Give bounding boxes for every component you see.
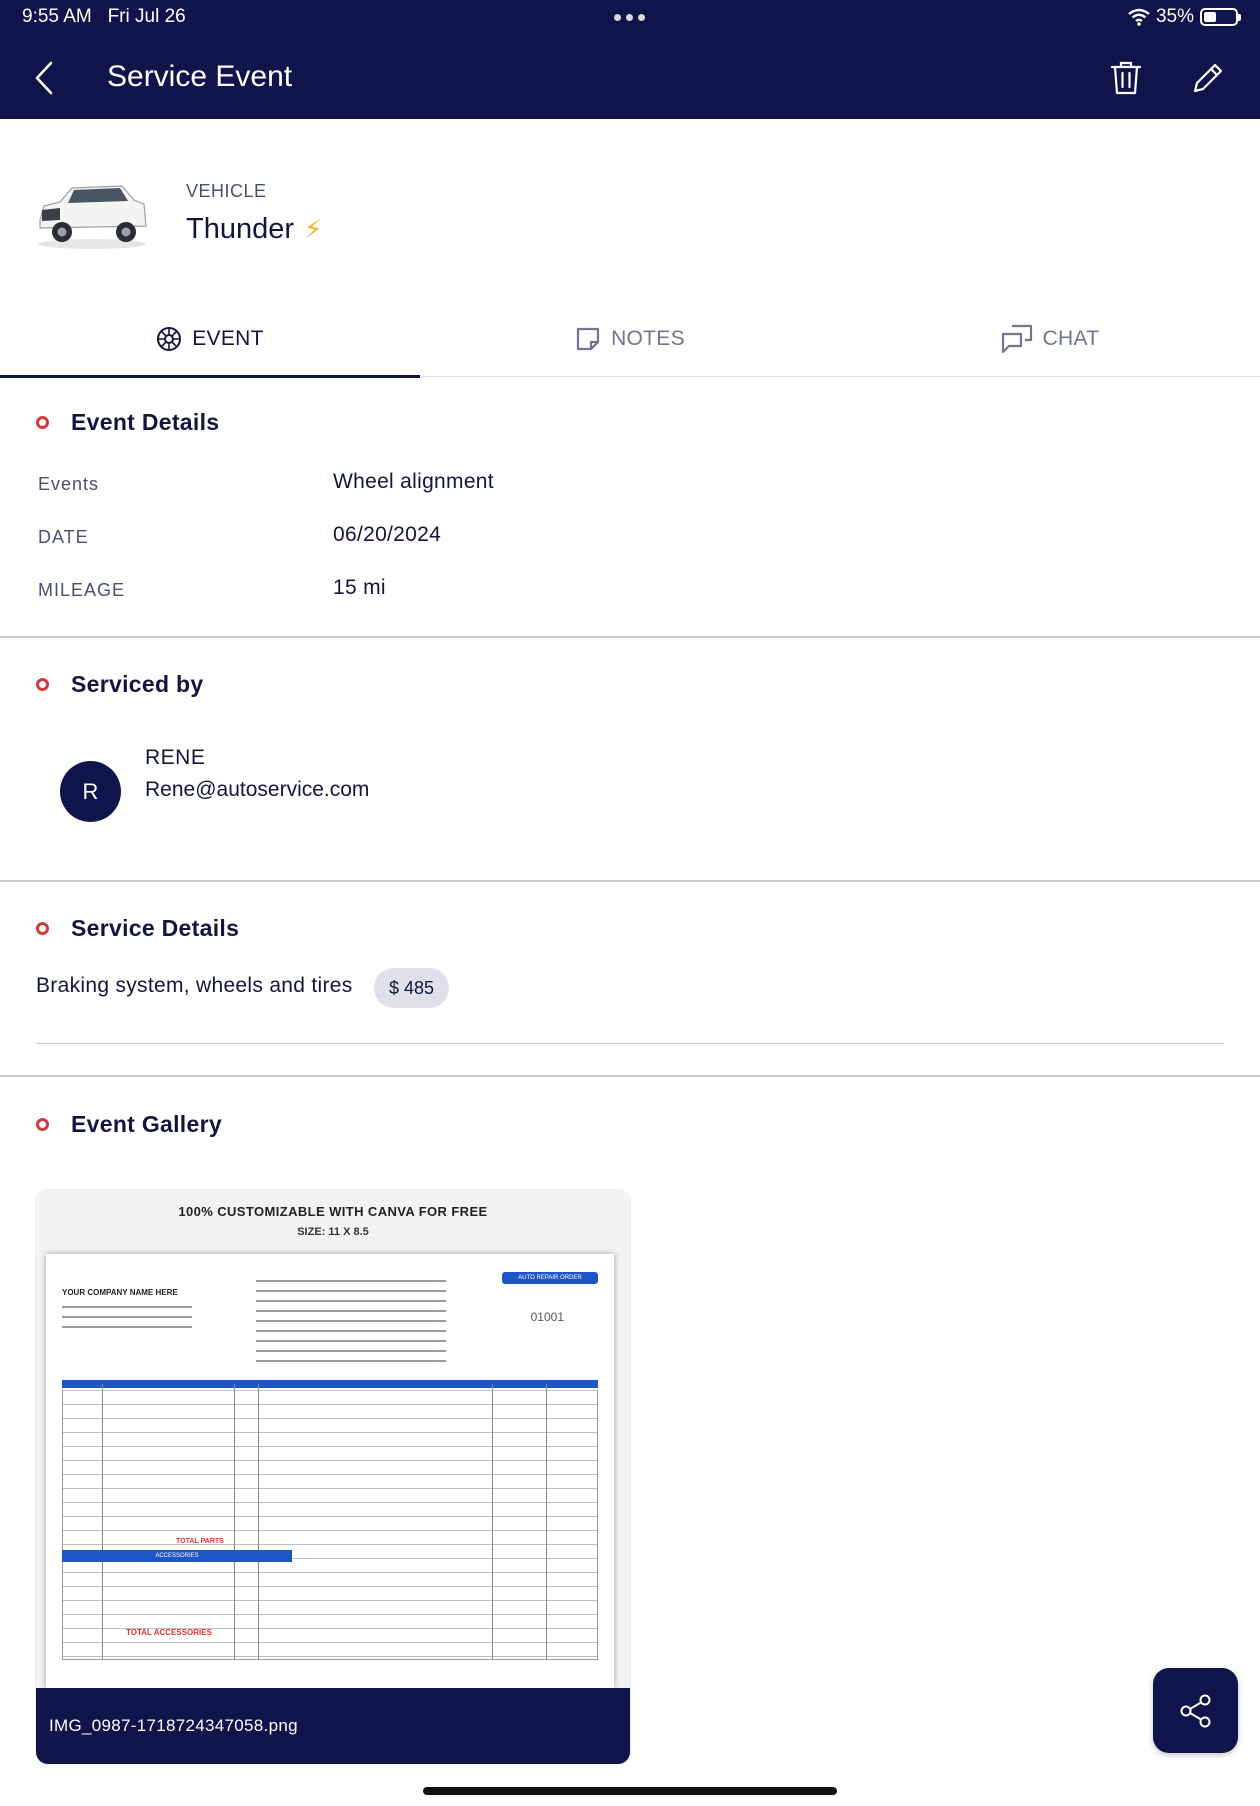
invoice-col-line	[102, 1384, 103, 1660]
invoice-badge: AUTO REPAIR ORDER	[502, 1272, 598, 1284]
section-bullet-icon	[36, 1118, 49, 1131]
invoice-title-line: 100% CUSTOMIZABLE WITH CANVA FOR FREE	[178, 1204, 488, 1219]
gallery-thumbnail: 100% CUSTOMIZABLE WITH CANVA FOR FREE SI…	[36, 1190, 630, 1688]
status-clock: 9:55 AM	[22, 6, 92, 27]
event-gallery-title: Event Gallery	[71, 1111, 222, 1137]
share-icon	[1180, 1694, 1210, 1727]
page-title: Service Event	[107, 60, 293, 93]
edit-button[interactable]	[1186, 56, 1230, 100]
service-description: Braking system, wheels and tires	[36, 974, 353, 997]
detail-row-date: DATE 06/20/2024	[38, 523, 1218, 553]
detail-value: 15 mi	[333, 576, 386, 599]
invoice-address-lines	[62, 1306, 192, 1336]
invoice-col-line	[492, 1384, 493, 1660]
section-divider	[0, 636, 1260, 638]
share-button[interactable]	[1153, 1668, 1238, 1753]
detail-row-events: Events Wheel alignment	[38, 470, 1218, 500]
vehicle-image	[38, 185, 147, 249]
gallery-image-card[interactable]: 100% CUSTOMIZABLE WITH CANVA FOR FREE SI…	[36, 1190, 630, 1764]
detail-label: Events	[38, 474, 100, 494]
price-badge: $ 485	[374, 968, 450, 1008]
invoice-table	[62, 1390, 598, 1660]
pencil-icon	[1193, 63, 1223, 93]
tab-event-label: EVENT	[192, 326, 264, 350]
back-button[interactable]	[24, 56, 64, 100]
section-bullet-icon	[36, 416, 49, 429]
tab-bar: EVENT NOTES CHAT	[0, 300, 1260, 378]
service-details-heading: Service Details	[36, 915, 239, 942]
status-bar: 9:55 AM Fri Jul 26 35%	[22, 6, 1241, 28]
service-details-title: Service Details	[71, 915, 240, 941]
tab-notes-label: NOTES	[611, 326, 685, 350]
detail-value: 06/20/2024	[333, 523, 442, 546]
trash-icon	[1110, 61, 1142, 95]
section-bullet-icon	[36, 922, 49, 935]
detail-label: MILEAGE	[38, 580, 126, 600]
chat-bubbles-icon	[1001, 324, 1032, 353]
tab-event[interactable]: EVENT	[0, 300, 420, 378]
avatar: R	[60, 761, 121, 822]
invoice-field-lines	[256, 1280, 446, 1370]
invoice-col-line	[258, 1384, 259, 1660]
invoice-col-line	[234, 1384, 235, 1660]
wifi-icon	[1128, 8, 1150, 26]
invoice-company: YOUR COMPANY NAME HERE	[62, 1288, 178, 1297]
note-icon	[576, 327, 600, 350]
invoice-sheet: AUTO REPAIR ORDER YOUR COMPANY NAME HERE…	[46, 1254, 614, 1688]
top-app-bar: 9:55 AM Fri Jul 26 35% Service Event	[0, 0, 1260, 119]
event-gallery-heading: Event Gallery	[36, 1111, 222, 1138]
technician-name: RENE	[145, 746, 206, 769]
detail-value: Wheel alignment	[333, 470, 494, 493]
battery-percent: 35%	[1155, 6, 1194, 27]
invoice-size-line: SIZE: 11 X 8.5	[297, 1226, 369, 1238]
technician-email[interactable]: Rene@autoservice.com	[145, 778, 369, 802]
lightning-bolt-icon: ⚡	[304, 214, 323, 244]
section-divider	[0, 1075, 1260, 1077]
vehicle-name-text: Thunder	[186, 213, 295, 245]
vehicle-label: VEHICLE	[186, 181, 267, 201]
invoice-header-bar	[62, 1380, 598, 1388]
serviced-by-title: Serviced by	[71, 671, 204, 697]
status-indicators: 35%	[1128, 6, 1241, 28]
vehicle-summary: VEHICLE Thunder ⚡	[0, 119, 1260, 289]
home-indicator[interactable]	[423, 1787, 837, 1795]
vehicle-name: Thunder ⚡	[186, 213, 322, 246]
tab-chat[interactable]: CHAT	[840, 300, 1260, 377]
tab-chat-label: CHAT	[1042, 326, 1100, 350]
service-divider	[36, 1043, 1224, 1044]
detail-row-mileage: MILEAGE 15 mi	[38, 576, 1218, 606]
invoice-col-line	[546, 1384, 547, 1660]
image-filename: IMG_0987-1718724347058.png	[36, 1688, 630, 1764]
event-details-heading: Event Details	[36, 409, 219, 436]
event-details-title: Event Details	[71, 409, 220, 435]
invoice-accessories-bar: ACCESSORIES	[62, 1550, 292, 1562]
chevron-left-icon	[35, 61, 53, 95]
invoice-number: 01001	[530, 1310, 564, 1324]
tab-notes[interactable]: NOTES	[420, 300, 840, 377]
status-date: Fri Jul 26	[107, 6, 186, 27]
invoice-total-parts: TOTAL PARTS	[176, 1538, 224, 1545]
detail-label: DATE	[38, 527, 89, 547]
delete-button[interactable]	[1104, 56, 1148, 100]
nav-row: Service Event	[0, 48, 1260, 108]
battery-icon	[1200, 8, 1241, 26]
wheel-icon	[157, 326, 182, 351]
status-time: 9:55 AM Fri Jul 26	[22, 6, 186, 28]
section-divider	[0, 880, 1260, 882]
serviced-by-heading: Serviced by	[36, 671, 203, 698]
invoice-total-accessories: TOTAL ACCESSORIES	[126, 1628, 212, 1637]
multitask-dots-icon[interactable]	[614, 8, 645, 21]
section-bullet-icon	[36, 678, 49, 691]
